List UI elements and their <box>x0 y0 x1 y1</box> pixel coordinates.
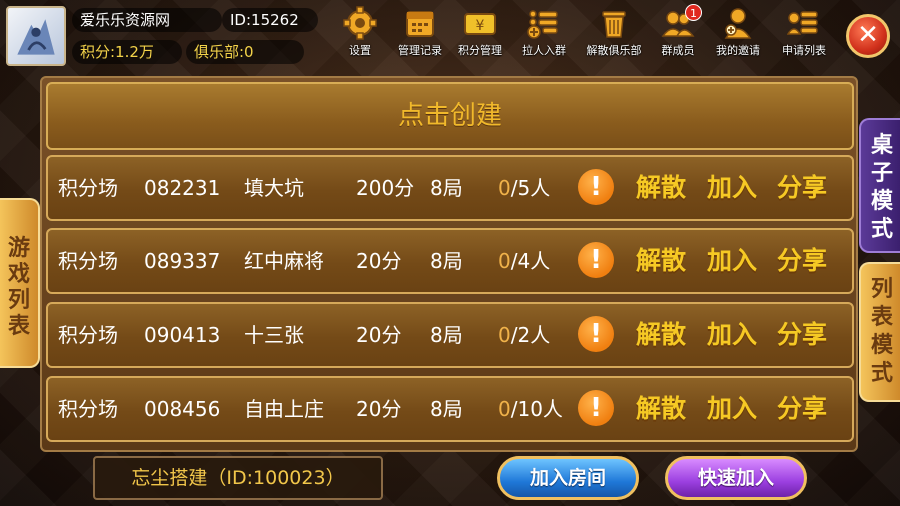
room-rounds: 8局 <box>430 249 463 273</box>
room-type: 积分场 <box>58 323 118 347</box>
room-code: 090413 <box>144 323 221 347</box>
dissolve-room-button[interactable]: 解散 <box>636 378 686 440</box>
avatar[interactable] <box>6 6 66 66</box>
username: 爱乐乐资源网 <box>72 8 222 32</box>
room-info-icon[interactable]: ! <box>578 169 614 205</box>
group-members-button[interactable]: 1 群成员 <box>650 4 706 62</box>
join-room-row-button[interactable]: 加入 <box>707 378 757 440</box>
room-type: 积分场 <box>58 176 118 200</box>
room-players: 0/5人 <box>498 157 550 219</box>
invite-to-group-label: 拉人入群 <box>522 44 566 57</box>
dissolve-club-button[interactable]: 解散俱乐部 <box>586 6 642 62</box>
svg-text:¥: ¥ <box>476 18 485 34</box>
close-button[interactable]: ✕ <box>846 14 890 58</box>
room-game-name: 十三张 <box>244 323 304 347</box>
manage-records-button[interactable]: 管理记录 <box>392 6 448 62</box>
join-room-row-button[interactable]: 加入 <box>707 157 757 219</box>
room-row: 积分场 008456 自由上庄 20分 8局 0/10人! 解散 加入 分享 <box>46 376 854 442</box>
gear-icon <box>343 6 377 40</box>
room-players-current: 0 <box>498 176 511 200</box>
room-players: 0/10人 <box>498 378 563 440</box>
room-players: 0/2人 <box>498 304 550 366</box>
top-bar: 爱乐乐资源网 ID:15262 积分:1.2万 俱乐部:0 设置 管理记录 ¥ … <box>0 0 900 72</box>
join-room-row-button[interactable]: 加入 <box>707 304 757 366</box>
apply-list-label: 申请列表 <box>782 44 826 57</box>
tab-list-mode[interactable]: 列表模式 <box>859 262 900 402</box>
trash-icon <box>602 11 626 38</box>
close-icon: ✕ <box>857 20 879 50</box>
points-manage-button[interactable]: ¥ 积分管理 <box>452 6 508 62</box>
my-invites-label: 我的邀请 <box>716 44 760 57</box>
join-room-button[interactable]: 加入房间 <box>497 456 639 500</box>
club-name-label: 忘尘搭建（ID:100023） <box>93 456 383 500</box>
room-players-total: /2人 <box>510 323 551 347</box>
room-score: 20分 <box>356 249 402 273</box>
yen-ticket-icon: ¥ <box>464 13 496 35</box>
room-code: 008456 <box>144 397 221 421</box>
room-info-icon[interactable]: ! <box>578 316 614 352</box>
room-game-name: 自由上庄 <box>244 397 324 421</box>
share-room-button[interactable]: 分享 <box>777 230 827 292</box>
room-players-total: /4人 <box>510 249 551 273</box>
add-list-icon <box>527 10 558 39</box>
invite-icon <box>724 8 752 39</box>
user-id: ID:15262 <box>222 8 318 32</box>
apply-list-button[interactable]: 申请列表 <box>776 6 832 62</box>
room-rounds: 8局 <box>430 176 463 200</box>
share-room-button[interactable]: 分享 <box>777 157 827 219</box>
dissolve-room-button[interactable]: 解散 <box>636 157 686 219</box>
room-type: 积分场 <box>58 397 118 421</box>
avatar-image <box>17 19 55 55</box>
share-room-button[interactable]: 分享 <box>777 304 827 366</box>
dissolve-room-button[interactable]: 解散 <box>636 230 686 292</box>
quick-join-button[interactable]: 快速加入 <box>665 456 807 500</box>
room-row: 积分场 089337 红中麻将 20分 8局 0/4人! 解散 加入 分享 <box>46 228 854 294</box>
tab-desk-mode[interactable]: 桌子模式 <box>859 118 900 253</box>
room-players-total: /10人 <box>510 397 563 421</box>
room-players-total: /5人 <box>510 176 551 200</box>
room-score: 20分 <box>356 397 402 421</box>
room-players: 0/4人 <box>498 230 550 292</box>
members-badge: 1 <box>685 4 702 21</box>
settings-button[interactable]: 设置 <box>332 6 388 62</box>
room-type: 积分场 <box>58 249 118 273</box>
room-row: 积分场 090413 十三张 20分 8局 0/2人! 解散 加入 分享 <box>46 302 854 368</box>
room-players-current: 0 <box>498 397 511 421</box>
join-room-row-button[interactable]: 加入 <box>707 230 757 292</box>
room-info-icon[interactable]: ! <box>578 390 614 426</box>
room-rounds: 8局 <box>430 323 463 347</box>
room-game-name: 填大坑 <box>244 176 304 200</box>
room-info-icon[interactable]: ! <box>578 242 614 278</box>
club-count: 俱乐部:0 <box>186 40 304 64</box>
tab-game-list-label: 游戏列表 <box>7 236 30 339</box>
room-game-name: 红中麻将 <box>244 249 324 273</box>
apply-list-icon <box>787 11 818 35</box>
user-points: 积分:1.2万 <box>72 40 182 64</box>
room-score: 200分 <box>356 176 415 200</box>
dissolve-room-button[interactable]: 解散 <box>636 304 686 366</box>
room-rounds: 8局 <box>430 397 463 421</box>
create-room-button[interactable]: 点击创建 <box>46 82 854 150</box>
my-invites-button[interactable]: 我的邀请 <box>710 6 766 62</box>
room-players-current: 0 <box>498 323 511 347</box>
tab-list-mode-label: 列表模式 <box>870 277 893 386</box>
tab-desk-mode-label: 桌子模式 <box>870 133 893 242</box>
room-code: 082231 <box>144 176 221 200</box>
invite-to-group-button[interactable]: 拉人入群 <box>516 6 572 62</box>
calendar-icon <box>406 11 434 37</box>
room-code: 089337 <box>144 249 221 273</box>
room-players-current: 0 <box>498 249 511 273</box>
share-room-button[interactable]: 分享 <box>777 378 827 440</box>
tab-game-list[interactable]: 游戏列表 <box>0 198 40 368</box>
room-row: 积分场 082231 填大坑 200分 8局 0/5人! 解散 加入 分享 <box>46 155 854 221</box>
room-score: 20分 <box>356 323 402 347</box>
